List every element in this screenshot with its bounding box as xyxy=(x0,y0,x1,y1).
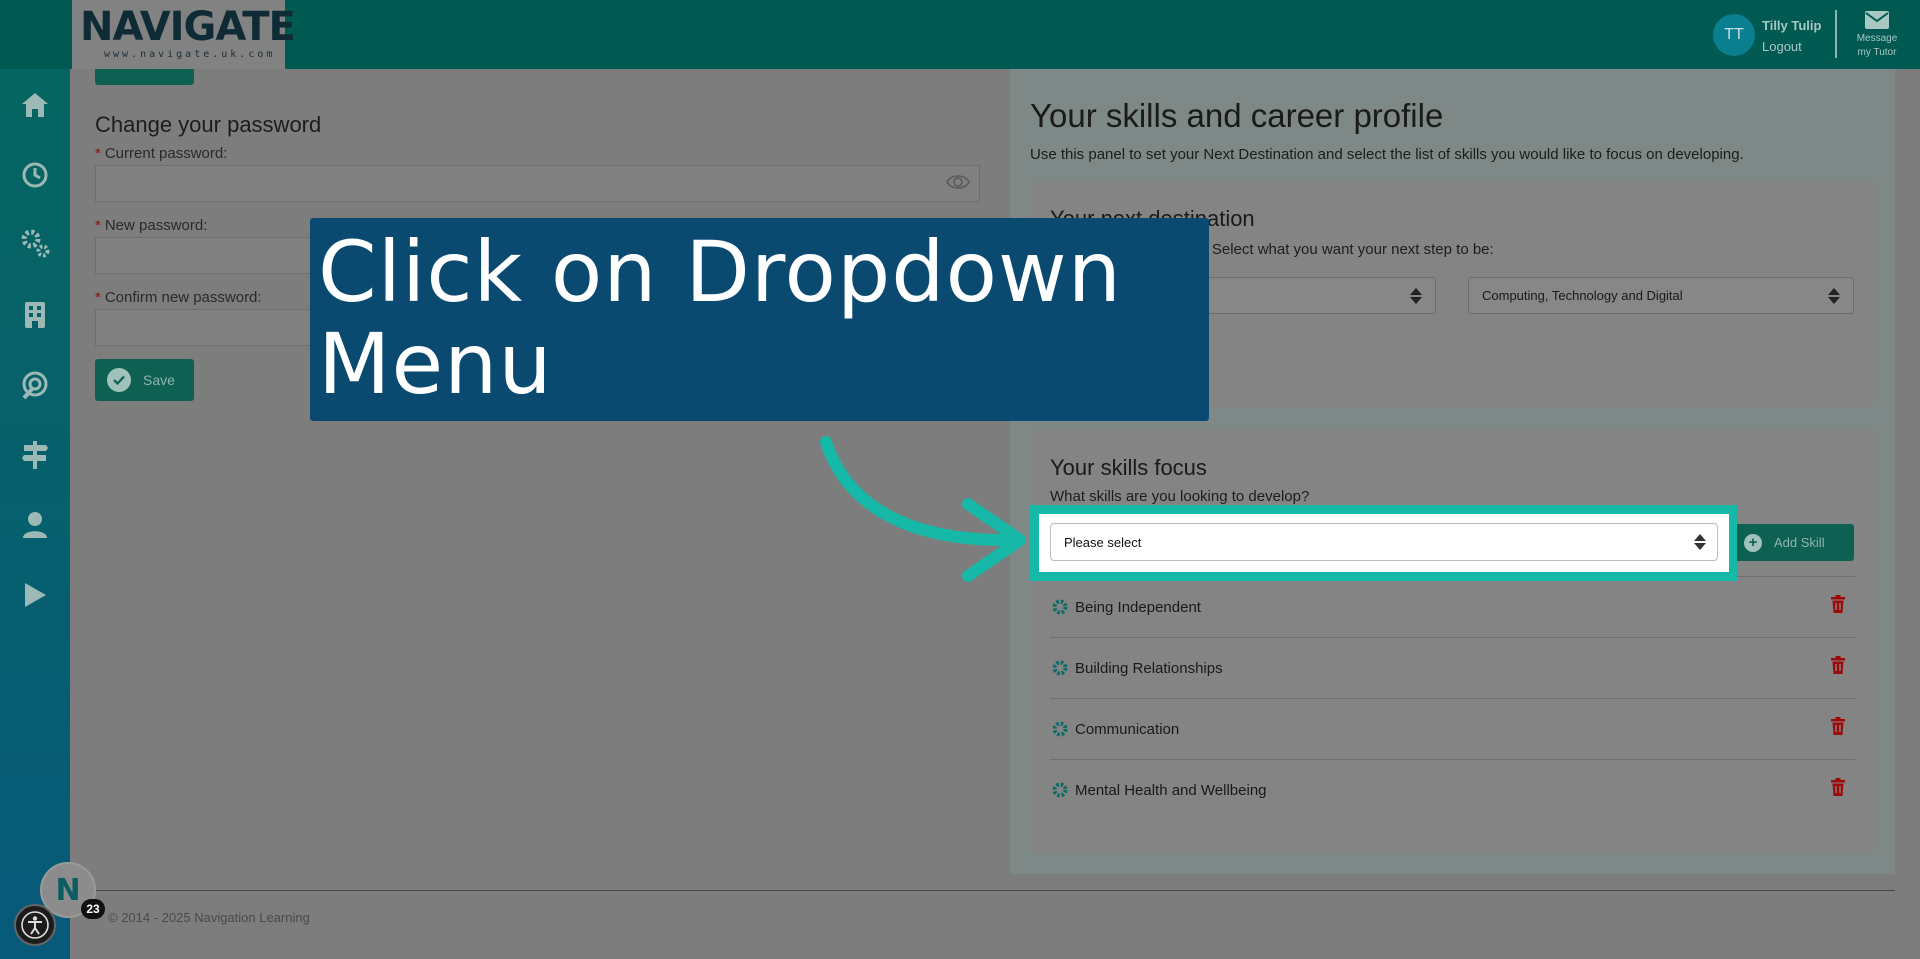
tutorial-callout-text: Click on Dropdown Menu xyxy=(318,223,1122,413)
add-skill-label: Add Skill xyxy=(1774,535,1825,550)
gear-icon xyxy=(1051,659,1069,677)
current-password-input[interactable] xyxy=(95,165,980,202)
clock-icon[interactable] xyxy=(17,157,53,193)
destination-select-2[interactable]: Computing, Technology and Digital xyxy=(1468,277,1854,314)
envelope-icon xyxy=(1865,11,1889,29)
required-mark: * xyxy=(95,289,101,306)
touch-icon[interactable] xyxy=(17,367,53,403)
message-label-2: my Tutor xyxy=(1857,47,1897,58)
skill-label: Building Relationships xyxy=(1075,659,1223,677)
gear-icon xyxy=(1051,598,1069,616)
user-name: Tilly Tulip xyxy=(1762,18,1822,33)
skills-dropdown-value: Please select xyxy=(1064,534,1142,550)
previous-save-button[interactable] xyxy=(95,69,194,85)
new-password-label: * New password: xyxy=(95,217,208,234)
skills-focus-title: Your skills focus xyxy=(1050,455,1207,480)
skills-focus-question: What skills are you looking to develop? xyxy=(1050,488,1310,505)
trash-icon[interactable] xyxy=(1831,595,1845,613)
confirm-password-input[interactable] xyxy=(95,309,315,346)
logout-link[interactable]: Logout xyxy=(1762,39,1802,54)
skill-label: Communication xyxy=(1075,720,1180,738)
skill-row: Mental Health and Wellbeing xyxy=(1050,759,1855,820)
select-arrows-icon xyxy=(1694,534,1706,550)
user-icon[interactable] xyxy=(17,507,53,543)
trash-icon[interactable] xyxy=(1831,717,1845,735)
sidebar xyxy=(0,0,70,959)
required-mark: * xyxy=(95,145,101,162)
message-tutor-button[interactable]: Message my Tutor xyxy=(1852,10,1902,60)
skill-label: Mental Health and Wellbeing xyxy=(1075,781,1267,799)
building-icon[interactable] xyxy=(17,297,53,333)
show-password-eye-icon[interactable] xyxy=(946,172,970,192)
destination-select-1[interactable]: o xyxy=(1190,277,1436,314)
navigate-logo[interactable]: NAVIGATE xyxy=(80,4,296,50)
skills-dropdown[interactable]: Please select xyxy=(1050,523,1718,561)
add-skill-button[interactable]: + Add Skill xyxy=(1730,524,1854,561)
logo-url: www.navigate.uk.com xyxy=(104,49,276,60)
skill-row: Building Relationships xyxy=(1050,637,1855,698)
header-divider xyxy=(1835,10,1837,58)
notification-count: 23 xyxy=(81,899,105,919)
profile-subtitle: Use this panel to set your Next Destinat… xyxy=(1030,146,1744,163)
change-password-title: Change your password xyxy=(95,112,322,137)
accessibility-button[interactable] xyxy=(14,904,56,946)
current-password-label: * Current password: xyxy=(95,145,228,162)
trash-icon[interactable] xyxy=(1831,778,1845,796)
save-button-label: Save xyxy=(143,372,175,388)
destination-select-2-value: Computing, Technology and Digital xyxy=(1482,288,1683,303)
skill-row: Communication xyxy=(1050,698,1855,759)
select-arrows-icon xyxy=(1828,288,1840,304)
select-arrows-icon xyxy=(1410,288,1422,304)
trash-icon[interactable] xyxy=(1831,656,1845,674)
gear-icon xyxy=(1051,781,1069,799)
accessibility-icon xyxy=(21,911,49,939)
play-icon[interactable] xyxy=(17,577,53,613)
confirm-password-label: * Confirm new password: xyxy=(95,289,262,306)
avatar[interactable]: TT xyxy=(1713,14,1755,56)
save-button[interactable]: Save xyxy=(95,359,194,401)
skill-label: Being Independent xyxy=(1075,598,1201,616)
footer-divider xyxy=(95,890,1895,891)
new-password-input[interactable] xyxy=(95,237,315,274)
callout-arrow-icon xyxy=(820,436,1026,582)
signpost-icon[interactable] xyxy=(17,437,53,473)
next-destination-question: or? Select what you want your next step … xyxy=(1186,241,1494,258)
check-icon xyxy=(107,368,131,392)
home-icon[interactable] xyxy=(17,87,53,123)
footer-copyright: © 2014 - 2025 Navigation Learning xyxy=(108,910,310,925)
plus-icon: + xyxy=(1744,533,1762,552)
required-mark: * xyxy=(95,217,101,234)
skill-row: Being Independent xyxy=(1050,576,1855,637)
gears-icon[interactable] xyxy=(17,225,53,261)
gear-icon xyxy=(1051,720,1069,738)
profile-title: Your skills and career profile xyxy=(1030,97,1444,134)
message-label-1: Message xyxy=(1856,33,1898,44)
